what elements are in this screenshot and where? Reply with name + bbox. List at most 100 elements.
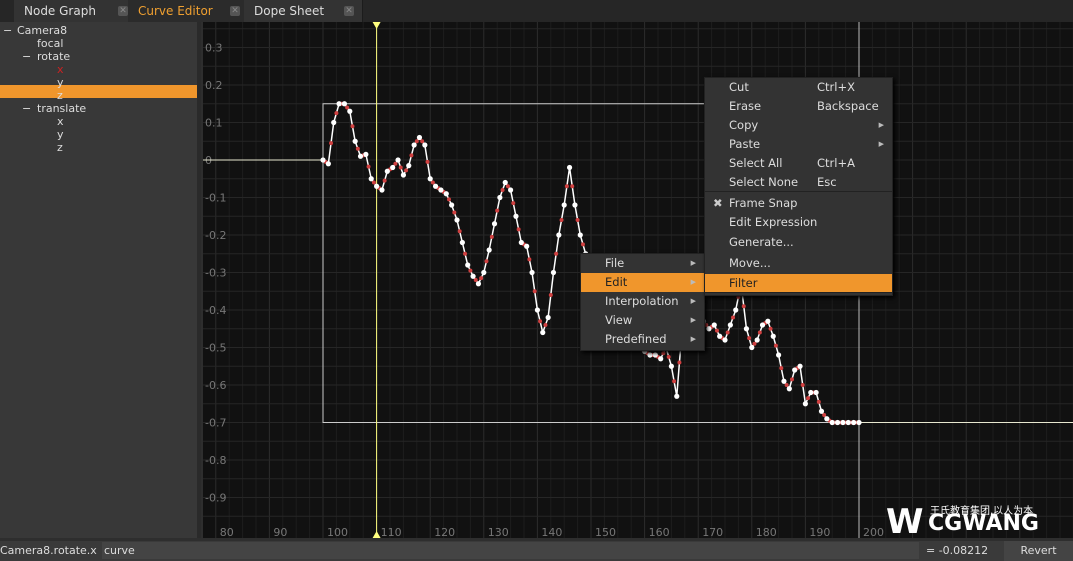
keyframe-point [534,307,540,313]
keyframe-point [336,101,342,107]
tree-item-rotate-y[interactable]: y [57,76,64,89]
tangent-point [672,379,677,384]
keyframe-point [668,363,674,369]
x-tick-label: 140 [541,526,562,538]
menu-item-move-[interactable]: Move... [705,254,892,273]
keyframe-point [743,326,750,332]
close-icon[interactable]: ✕ [344,6,354,16]
keyframe-point [556,232,562,238]
revert-button[interactable]: Revert [1004,541,1073,561]
close-icon[interactable]: ✕ [118,6,128,16]
menu-item-file[interactable]: File ▶ [581,254,704,273]
collapse-icon[interactable]: − [3,24,12,37]
tree-item-translate-x[interactable]: x [57,115,64,128]
tangent-point [580,242,585,247]
keyframe-point [400,172,406,178]
tangent-point [559,218,564,222]
x-tick-label: 190 [809,526,830,538]
submenu-arrow-icon: ▶ [878,121,884,129]
keyframe-point [856,419,862,426]
collapse-icon[interactable]: − [22,102,31,115]
tree-item-translate[interactable]: translate [37,102,86,115]
tangent-point [731,315,736,320]
tab-dope-sheet[interactable]: Dope Sheet ✕ [244,0,363,22]
value-readout: = -0.08212 [926,544,989,557]
tree-item-focal[interactable]: focal [37,37,63,50]
submenu-arrow-icon: ▶ [690,297,696,305]
y-tick-label: -0.5 [205,342,226,355]
tangent-point [371,180,376,185]
keyframe-point [459,239,465,246]
tree-item-rotate-z[interactable]: z [57,89,63,102]
menu-item-cut[interactable]: Cut Ctrl+X [705,78,892,97]
keyframe-point [658,356,664,362]
edit-submenu: Cut Ctrl+X Erase Backspace Copy ▶ Paste ▶ Select… [704,77,893,296]
menu-item-frame-snap[interactable]: Frame Snap ✖ [705,194,892,213]
menu-item-erase[interactable]: Erase Backspace [705,97,892,116]
check-icon: ✖ [713,196,723,210]
menu-item-edit-expression[interactable]: Edit Expression [705,213,892,232]
keyframe-point [416,134,423,141]
tangent-point [334,111,339,116]
tab-curve-editor[interactable]: Curve Editor ✕ [128,0,249,22]
menu-item-select-all[interactable]: Select All Ctrl+A [705,154,892,173]
keyframe-point [524,243,530,249]
tree-item-rotate[interactable]: rotate [37,50,70,63]
selection-highlight [0,85,197,98]
keyframe-point [851,419,857,426]
menu-item-generate-[interactable]: Generate... [705,233,892,252]
menu-item-interpolation[interactable]: Interpolation ▶ [581,292,704,311]
keyframe-point [754,337,760,343]
keyframe-point [470,273,476,279]
tangent-point [495,208,500,213]
tangent-point [822,413,827,417]
y-tick-label: 0.3 [205,42,223,55]
keyframe-point [502,179,508,186]
tangent-point [500,188,505,192]
tab-node-graph[interactable]: Node Graph ✕ [14,0,137,22]
menu-item-label: Predefined [605,332,667,346]
x-tick-label: 100 [327,526,348,538]
x-tick-label: 80 [220,526,234,538]
keyframe-point [647,352,653,358]
x-tick-label: 110 [381,526,402,538]
tree-item-translate-z[interactable]: z [57,141,63,154]
keyframe-point [829,419,835,426]
keyframe-point [577,232,583,238]
menu-item-filter[interactable]: Filter [705,274,892,293]
menu-item-edit[interactable]: Edit ▶ [581,273,704,292]
tree-item-camera8[interactable]: Camera8 [17,24,67,37]
keyframe-point [481,269,487,276]
tangent-point [725,330,730,335]
keyframe-point [818,408,825,414]
tangent-point [473,278,478,282]
keyframe-point [722,337,728,343]
close-icon[interactable]: ✕ [230,6,240,16]
menu-item-copy[interactable]: Copy ▶ [705,116,892,135]
menu-item-predefined[interactable]: Predefined ▶ [581,330,704,349]
tangent-point [329,141,334,146]
collapse-icon[interactable]: − [22,50,31,63]
tangent-point [345,105,350,110]
tree-item-rotate-x[interactable]: x [57,63,64,76]
tree-item-translate-y[interactable]: y [57,128,64,141]
y-tick-label: -0.2 [205,229,226,242]
keyframe-point [508,187,514,193]
tangent-point [398,165,403,170]
tangent-point [505,184,510,189]
keyframe-point [786,386,792,392]
keyframe-point [443,191,449,197]
keyframe-point [518,239,524,246]
keyframe-point [824,416,830,422]
menu-item-select-none[interactable]: Select None Esc [705,173,892,192]
menu-item-label: Frame Snap [729,196,798,210]
tangent-point [366,164,371,169]
x-tick-label: 120 [434,526,455,538]
submenu-arrow-icon: ▶ [878,140,884,148]
expression-field[interactable]: curve [102,542,919,559]
menu-item-paste[interactable]: Paste ▶ [705,135,892,154]
tangent-point [538,319,543,324]
tangent-point [773,343,778,348]
menu-item-view[interactable]: View ▶ [581,311,704,330]
y-tick-label: 0.1 [205,117,223,130]
